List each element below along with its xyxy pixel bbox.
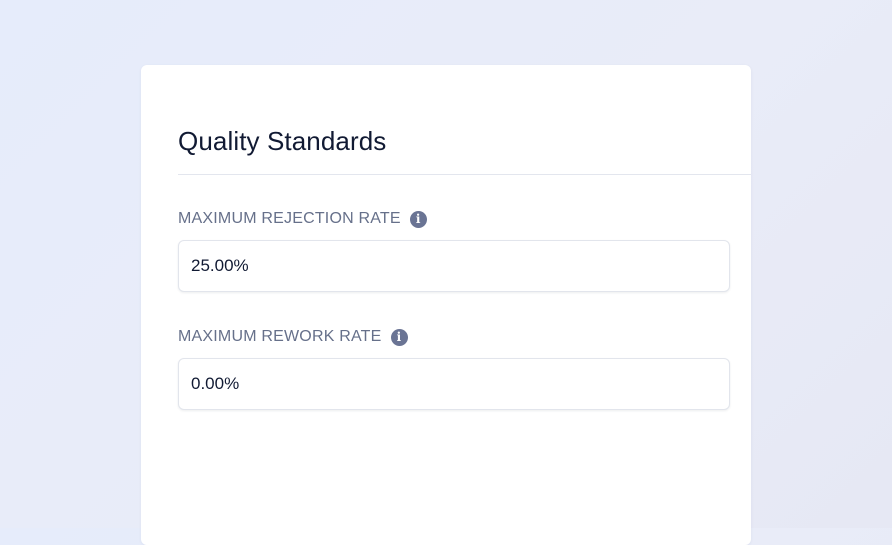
- info-icon[interactable]: i: [409, 210, 427, 228]
- section-title: Quality Standards: [178, 126, 387, 156]
- max-rejection-rate-label: MAXIMUM REJECTION RATE i: [178, 209, 427, 229]
- info-icon[interactable]: i: [390, 328, 408, 346]
- max-rejection-rate-label-text: MAXIMUM REJECTION RATE: [178, 210, 401, 227]
- max-rework-rate-input[interactable]: [178, 358, 730, 410]
- quality-standards-card: Quality Standards MAXIMUM REJECTION RATE…: [141, 65, 751, 545]
- max-rework-rate-label-text: MAXIMUM REWORK RATE: [178, 328, 382, 345]
- title-divider: [178, 174, 751, 175]
- max-rejection-rate-input[interactable]: [178, 240, 730, 292]
- max-rework-rate-label: MAXIMUM REWORK RATE i: [178, 327, 408, 347]
